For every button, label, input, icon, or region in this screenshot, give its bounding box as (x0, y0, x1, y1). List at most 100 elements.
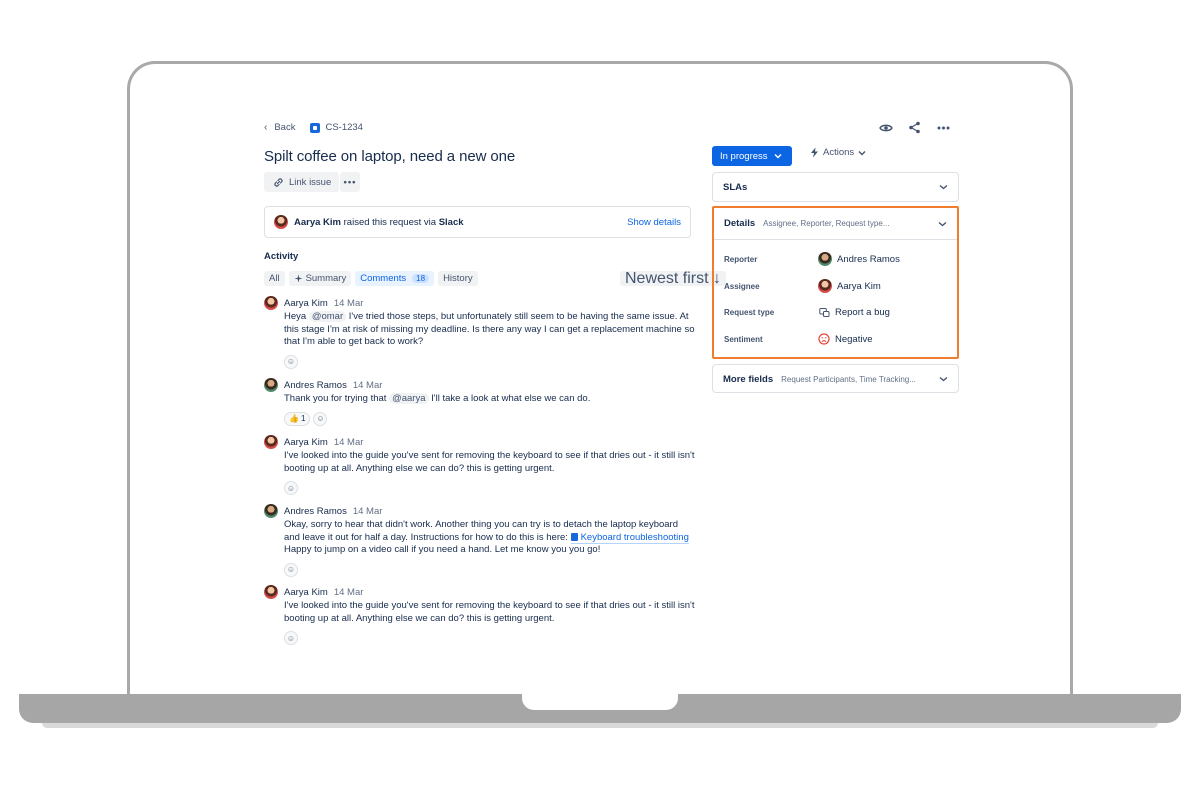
field-sentiment: Sentiment Negative (724, 333, 949, 345)
chevron-down-icon (774, 154, 782, 159)
filter-history-label: History (443, 273, 473, 284)
reactions: ☺ (284, 354, 694, 369)
link-label: Keyboard troubleshooting (580, 531, 689, 543)
bug-report-icon (818, 306, 830, 318)
comment-body: Okay, sorry to hear that didn't work. An… (284, 519, 696, 557)
comment-author[interactable]: Andres Ramos (284, 506, 347, 517)
comment: Aarya Kim 14 Mar Heya @omar I've tried t… (264, 296, 696, 369)
comment-date: 14 Mar (333, 586, 364, 598)
filter-history[interactable]: History (438, 271, 478, 286)
actions-dropdown[interactable]: Actions (810, 147, 866, 158)
sparkle-icon (294, 274, 303, 283)
mention[interactable]: @omar (308, 311, 347, 322)
comment: Aarya Kim 14 Mar I've looked into the gu… (264, 585, 694, 645)
field-value: Negative (835, 333, 873, 345)
field-label: Sentiment (724, 334, 763, 344)
thumbs-up-icon: 👍 (289, 414, 299, 423)
filter-all[interactable]: All (264, 271, 285, 286)
comment-author[interactable]: Aarya Kim (284, 298, 328, 309)
field-value: Report a bug (835, 306, 890, 318)
comment-author[interactable]: Aarya Kim (284, 437, 328, 448)
comment-author[interactable]: Andres Ramos (284, 380, 347, 391)
comment-body: Heya @omar I've tried those steps, but u… (284, 311, 696, 349)
filter-comments-label: Comments (360, 273, 407, 284)
back-link[interactable]: Back (274, 122, 295, 133)
more-actions-icon[interactable] (936, 120, 951, 135)
comment: Aarya Kim 14 Mar I've looked into the gu… (264, 435, 694, 495)
reporter-value[interactable]: Andres Ramos (818, 252, 900, 266)
more-fields-panel[interactable]: More fields Request Participants, Time T… (712, 364, 959, 393)
add-reaction-icon[interactable]: ☺ (284, 481, 298, 495)
issue-type-icon (310, 122, 321, 133)
link-issue-button[interactable]: Link issue (264, 172, 340, 192)
add-reaction-icon[interactable]: ☺ (284, 354, 298, 369)
activity-heading: Activity (264, 251, 299, 262)
comment-author[interactable]: Aarya Kim (284, 587, 328, 598)
filter-all-label: All (269, 273, 280, 284)
request-channel: Slack (438, 216, 464, 228)
field-value: Aarya Kim (837, 280, 881, 292)
requester-name: Aarya Kim (294, 216, 341, 228)
comment-date: 14 Mar (333, 436, 364, 448)
raised-text: raised this request via (341, 216, 439, 228)
keyboard-troubleshooting-link[interactable]: Keyboard troubleshooting (570, 531, 689, 544)
request-type-value[interactable]: Report a bug (818, 306, 890, 318)
comments-count-badge: 18 (412, 274, 430, 283)
more-button[interactable]: ••• (340, 172, 360, 192)
chevron-left-icon[interactable]: ‹ (264, 122, 267, 133)
add-reaction-icon[interactable]: ☺ (284, 562, 298, 577)
activity-filters: All Summary Comments 18 History (264, 271, 478, 286)
comment-body: I've looked into the guide you've sent f… (284, 450, 695, 474)
details-title: Details (724, 218, 756, 229)
comment-text: Thank you for trying that (284, 393, 390, 404)
comment: Andres Ramos 14 Mar Thank you for trying… (264, 378, 694, 426)
field-assignee: Assignee Aarya Kim (724, 279, 949, 293)
comment-text: I'll take a look at what else we can do. (428, 393, 591, 404)
avatar (818, 279, 832, 293)
chevron-down-icon (938, 221, 947, 226)
reactions: 👍 1 ☺ (284, 411, 694, 426)
show-details-link[interactable]: Show details (627, 217, 681, 228)
slas-title: SLAs (723, 181, 748, 193)
filter-comments[interactable]: Comments 18 (355, 271, 435, 286)
avatar (274, 215, 288, 229)
comment-date: 14 Mar (352, 505, 383, 517)
status-dropdown[interactable]: In progress (712, 146, 792, 166)
issue-header-actions (878, 120, 951, 135)
issue-key-link[interactable]: CS-1234 (325, 122, 363, 133)
watch-eye-icon[interactable] (878, 120, 893, 135)
filter-summary-label: Summary (305, 273, 347, 284)
comment-text: I've tried those steps, but unfortunatel… (284, 311, 695, 347)
link-icon (272, 176, 284, 188)
details-subtitle: Assignee, Reporter, Request type... (763, 219, 890, 228)
filter-summary[interactable]: Summary (288, 271, 352, 286)
link-issue-label: Link issue (289, 176, 332, 188)
sort-dropdown[interactable]: Newest first ↓ (620, 270, 727, 287)
avatar (264, 378, 278, 392)
comment: Andres Ramos 14 Mar Okay, sorry to hear … (264, 504, 694, 577)
mention[interactable]: @aarya (389, 393, 429, 404)
sentiment-value[interactable]: Negative (818, 333, 873, 345)
comment-body: I've looked into the guide you've sent f… (284, 600, 695, 624)
comment-body: Thank you for trying that @aarya I'll ta… (284, 393, 696, 406)
reactions: ☺ (284, 562, 694, 577)
field-reporter: Reporter Andres Ramos (724, 252, 949, 266)
document-icon (570, 532, 578, 541)
slas-panel[interactable]: SLAs (712, 172, 959, 202)
chevron-down-icon (939, 376, 948, 382)
add-reaction-icon[interactable]: ☺ (284, 631, 298, 645)
add-reaction-icon[interactable]: ☺ (313, 411, 328, 426)
more-fields-subtitle: Request Participants, Time Tracking... (781, 374, 916, 384)
sad-face-icon (818, 333, 830, 345)
share-icon[interactable] (907, 120, 922, 135)
avatar (264, 296, 278, 310)
field-request-type: Request type Report a bug (724, 306, 949, 318)
field-label: Request type (724, 307, 775, 317)
issue-view: ‹ Back CS-1234 Spilt coffee on laptop, n… (0, 0, 1200, 790)
field-value: Andres Ramos (837, 253, 900, 265)
details-panel-header[interactable]: Details Assignee, Reporter, Request type… (714, 208, 957, 240)
chevron-down-icon (858, 150, 866, 155)
assignee-value[interactable]: Aarya Kim (818, 279, 881, 293)
avatar (264, 435, 278, 449)
thumbs-up-reaction[interactable]: 👍 1 (284, 411, 311, 426)
